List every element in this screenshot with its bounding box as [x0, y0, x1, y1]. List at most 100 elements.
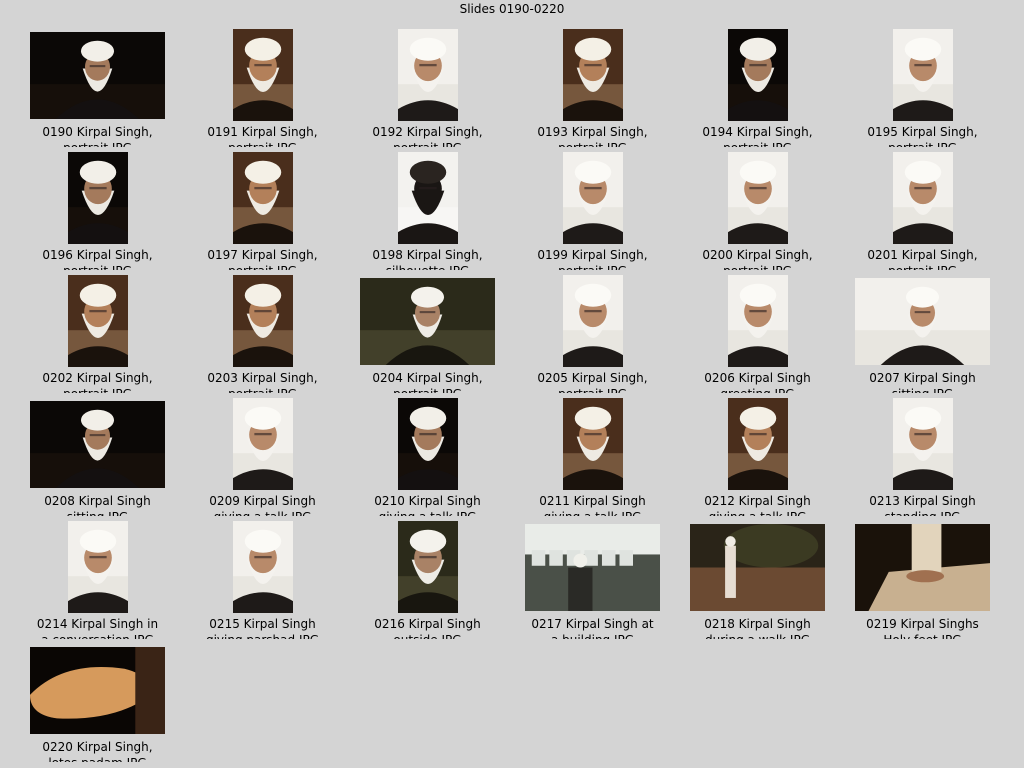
thumbnail-item[interactable]: 0209 Kirpal Singh giving a talk.JPG	[180, 393, 345, 516]
thumbnail-frame	[690, 275, 825, 367]
thumbnail-image[interactable]	[727, 29, 788, 121]
thumbnail-image[interactable]	[892, 398, 953, 490]
thumbnail-caption: 0202 Kirpal Singh, portrait.JPG	[42, 371, 153, 393]
thumbnail-caption: 0209 Kirpal Singh giving a talk.JPG	[209, 494, 316, 516]
thumbnail-image[interactable]	[562, 275, 623, 367]
thumbnail-caption: 0201 Kirpal Singh, portrait.JPG	[867, 248, 978, 270]
thumbnail-caption: 0199 Kirpal Singh, portrait.JPG	[537, 248, 648, 270]
thumbnail-image[interactable]	[855, 277, 990, 365]
thumbnail-item[interactable]: 0208 Kirpal Singh sitting.JPG	[15, 393, 180, 516]
thumbnail-image[interactable]	[562, 398, 623, 490]
thumbnail-item[interactable]: 0210 Kirpal Singh giving a talk.JPG	[345, 393, 510, 516]
thumbnail-caption: 0200 Kirpal Singh, portrait.JPG	[702, 248, 813, 270]
thumbnail-item[interactable]: 0207 Kirpal Singh sitting.JPG	[840, 270, 1005, 393]
thumbnail-item[interactable]: 0204 Kirpal Singh, portrait.JPG	[345, 270, 510, 393]
thumbnail-item[interactable]: 0215 Kirpal Singh giving parshad.JPG	[180, 516, 345, 639]
thumbnail-image[interactable]	[30, 31, 165, 119]
thumbnail-caption: 0204 Kirpal Singh, portrait.JPG	[372, 371, 483, 393]
thumbnail-caption: 0203 Kirpal Singh, portrait.JPG	[207, 371, 318, 393]
thumbnail-image[interactable]	[892, 152, 953, 244]
thumbnail-image[interactable]	[562, 152, 623, 244]
thumbnail-frame	[855, 152, 990, 244]
thumbnail-item[interactable]: 0198 Kirpal Singh, silhouette.JPG	[345, 147, 510, 270]
thumbnail-caption: 0220 Kirpal Singh, lotos padam.JPG	[42, 740, 153, 762]
thumbnail-image[interactable]	[30, 646, 165, 734]
thumbnail-caption: 0191 Kirpal Singh, portrait.JPG	[207, 125, 318, 147]
thumbnail-item[interactable]: 0196 Kirpal Singh, portrait.JPG	[15, 147, 180, 270]
thumbnail-item[interactable]: 0206 Kirpal Singh greeting.JPG	[675, 270, 840, 393]
thumbnail-image[interactable]	[397, 152, 458, 244]
sheet-title: Slides 0190-0220	[459, 2, 565, 16]
thumbnail-caption: 0217 Kirpal Singh at a building.JPG	[531, 617, 654, 639]
thumbnail-item[interactable]: 0193 Kirpal Singh, portrait.JPG	[510, 24, 675, 147]
thumbnail-image[interactable]	[67, 521, 128, 613]
thumbnail-caption: 0210 Kirpal Singh giving a talk.JPG	[374, 494, 481, 516]
thumbnail-frame	[525, 275, 660, 367]
thumbnail-item[interactable]: 0220 Kirpal Singh, lotos padam.JPG	[15, 639, 180, 762]
thumbnail-frame	[360, 398, 495, 490]
thumbnail-image[interactable]	[232, 275, 293, 367]
thumbnail-item[interactable]: 0214 Kirpal Singh in a conversation.JPG	[15, 516, 180, 639]
thumbnail-image[interactable]	[30, 400, 165, 488]
thumbnail-item[interactable]: 0211 Kirpal Singh giving a talk.JPG	[510, 393, 675, 516]
thumbnail-item[interactable]: 0197 Kirpal Singh, portrait.JPG	[180, 147, 345, 270]
thumbnail-image[interactable]	[360, 277, 495, 365]
thumbnail-item[interactable]: 0212 Kirpal Singh giving a talk.JPG	[675, 393, 840, 516]
thumbnail-frame	[30, 398, 165, 490]
thumbnail-image[interactable]	[727, 398, 788, 490]
thumbnail-caption: 0194 Kirpal Singh, portrait.JPG	[702, 125, 813, 147]
thumbnail-item[interactable]: 0191 Kirpal Singh, portrait.JPG	[180, 24, 345, 147]
thumbnail-item[interactable]: 0202 Kirpal Singh, portrait.JPG	[15, 270, 180, 393]
thumbnail-frame	[195, 152, 330, 244]
thumbnail-frame	[690, 152, 825, 244]
thumbnail-item[interactable]: 0192 Kirpal Singh, portrait.JPG	[345, 24, 510, 147]
thumbnail-image[interactable]	[397, 398, 458, 490]
thumbnail-frame	[30, 152, 165, 244]
thumbnail-image[interactable]	[397, 521, 458, 613]
thumbnail-frame	[855, 521, 990, 613]
thumbnail-image[interactable]	[232, 398, 293, 490]
thumbnail-frame	[855, 398, 990, 490]
thumbnail-item[interactable]: 0201 Kirpal Singh, portrait.JPG	[840, 147, 1005, 270]
thumbnail-image[interactable]	[67, 152, 128, 244]
thumbnail-item[interactable]: 0219 Kirpal Singhs Holy feet.JPG	[840, 516, 1005, 639]
thumbnail-image[interactable]	[892, 29, 953, 121]
thumbnail-item[interactable]: 0194 Kirpal Singh, portrait.JPG	[675, 24, 840, 147]
thumbnail-caption: 0193 Kirpal Singh, portrait.JPG	[537, 125, 648, 147]
thumbnail-image[interactable]	[232, 521, 293, 613]
thumbnail-image[interactable]	[232, 29, 293, 121]
thumbnail-caption: 0196 Kirpal Singh, portrait.JPG	[42, 248, 153, 270]
thumbnail-frame	[525, 398, 660, 490]
thumbnail-frame	[195, 398, 330, 490]
thumbnail-item[interactable]: 0203 Kirpal Singh, portrait.JPG	[180, 270, 345, 393]
thumbnail-frame	[30, 521, 165, 613]
thumbnail-image[interactable]	[855, 523, 990, 611]
thumbnail-frame	[525, 521, 660, 613]
thumbnail-image[interactable]	[562, 29, 623, 121]
thumbnail-item[interactable]: 0195 Kirpal Singh, portrait.JPG	[840, 24, 1005, 147]
thumbnail-item[interactable]: 0218 Kirpal Singh during a walk.JPG	[675, 516, 840, 639]
thumbnail-caption: 0206 Kirpal Singh greeting.JPG	[704, 371, 811, 393]
thumbnail-caption: 0207 Kirpal Singh sitting.JPG	[869, 371, 976, 393]
thumbnail-frame	[360, 521, 495, 613]
thumbnail-item[interactable]: 0190 Kirpal Singh, portrait.JPG	[15, 24, 180, 147]
thumbnail-caption: 0192 Kirpal Singh, portrait.JPG	[372, 125, 483, 147]
thumbnail-image[interactable]	[67, 275, 128, 367]
thumbnail-caption: 0213 Kirpal Singh standing.JPG	[869, 494, 976, 516]
thumbnail-image[interactable]	[525, 523, 660, 611]
thumbnail-item[interactable]: 0199 Kirpal Singh, portrait.JPG	[510, 147, 675, 270]
thumbnail-frame	[360, 29, 495, 121]
thumbnail-item[interactable]: 0205 Kirpal Singh, portrait.JPG	[510, 270, 675, 393]
thumbnail-image[interactable]	[727, 152, 788, 244]
thumbnail-frame	[30, 29, 165, 121]
thumbnail-item[interactable]: 0217 Kirpal Singh at a building.JPG	[510, 516, 675, 639]
thumbnail-image[interactable]	[232, 152, 293, 244]
thumbnail-image[interactable]	[397, 29, 458, 121]
thumbnail-image[interactable]	[690, 523, 825, 611]
thumbnail-item[interactable]: 0216 Kirpal Singh outside.JPG	[345, 516, 510, 639]
thumbnail-item[interactable]: 0213 Kirpal Singh standing.JPG	[840, 393, 1005, 516]
thumbnail-item[interactable]: 0200 Kirpal Singh, portrait.JPG	[675, 147, 840, 270]
thumbnail-caption: 0208 Kirpal Singh sitting.JPG	[44, 494, 151, 516]
thumbnail-image[interactable]	[727, 275, 788, 367]
thumbnail-caption: 0214 Kirpal Singh in a conversation.JPG	[36, 617, 159, 639]
